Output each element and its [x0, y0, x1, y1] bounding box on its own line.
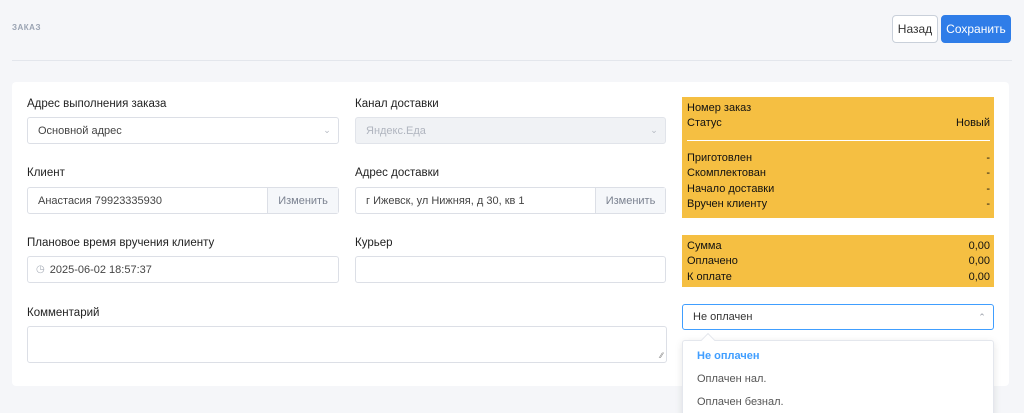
comment-textarea[interactable]: ∕∕ — [27, 326, 667, 363]
planned-time-picker[interactable]: ◷ 2025-06-02 18:57:37 — [27, 256, 339, 283]
payment-option[interactable]: Оплачен нал. — [683, 367, 993, 390]
total-label: К оплате — [687, 270, 732, 283]
chevron-down-icon: ⌄ — [323, 125, 331, 135]
clock-icon: ◷ — [36, 264, 45, 275]
resize-handle-icon[interactable]: ∕∕ — [660, 351, 663, 360]
status-panel: Номер заказ Статус Новый Приготовлен - С… — [682, 97, 994, 218]
payment-status-value: Не оплачен — [693, 311, 753, 323]
order-number-row: Номер заказ — [682, 100, 994, 116]
stage-row: Вручен клиенту - — [682, 197, 994, 213]
total-value: 0,00 — [968, 239, 990, 252]
stage-value: - — [986, 182, 990, 195]
save-button[interactable]: Сохранить — [941, 15, 1011, 43]
stage-label: Приготовлен — [687, 151, 753, 164]
delivery-channel-select: Яндекс.Еда ⌄ — [355, 117, 666, 144]
total-row: Сумма 0,00 — [682, 238, 994, 254]
stage-row: Скомплектован - — [682, 166, 994, 182]
fulfillment-address-label: Адрес выполнения заказа — [27, 98, 167, 110]
chevron-up-icon: ⌃ — [978, 311, 986, 322]
courier-label: Курьер — [355, 237, 393, 249]
stage-label: Начало доставки — [687, 182, 775, 195]
back-button[interactable]: Назад — [892, 15, 938, 43]
client-value[interactable]: Анастасия 79923335930 — [28, 195, 267, 207]
planned-time-label: Плановое время вручения клиенту — [27, 237, 215, 249]
total-row: К оплате 0,00 — [682, 269, 994, 285]
total-label: Сумма — [687, 239, 722, 252]
payment-option[interactable]: Оплачен безнал. — [683, 390, 993, 413]
payment-status-dropdown: Не оплачен Оплачен нал. Оплачен безнал. — [682, 332, 994, 413]
stage-value: - — [986, 198, 990, 211]
client-label: Клиент — [27, 167, 65, 179]
total-value: 0,00 — [968, 270, 990, 283]
delivery-channel-label: Канал доставки — [355, 98, 439, 110]
totals-panel: Сумма 0,00 Оплачено 0,00 К оплате 0,00 — [682, 235, 994, 287]
fulfillment-address-select[interactable]: Основной адрес ⌄ — [27, 117, 339, 144]
status-divider — [687, 140, 990, 141]
planned-time-value: 2025-06-02 18:57:37 — [49, 263, 152, 276]
chevron-down-icon: ⌄ — [650, 125, 658, 135]
status-value: Новый — [956, 117, 990, 130]
stage-label: Вручен клиенту — [687, 198, 768, 211]
delivery-address-field: г Ижевск, ул Нижняя, д 30, кв 1 Изменить — [355, 187, 666, 214]
delivery-address-change-button[interactable]: Изменить — [595, 188, 665, 213]
status-row: Статус Новый — [682, 116, 994, 132]
header-divider — [12, 60, 1012, 61]
stage-value: - — [986, 167, 990, 180]
total-row: Оплачено 0,00 — [682, 254, 994, 270]
stage-value: - — [986, 151, 990, 164]
stage-row: Приготовлен - — [682, 150, 994, 166]
order-number-label: Номер заказ — [687, 101, 752, 114]
total-value: 0,00 — [968, 255, 990, 268]
delivery-address-value[interactable]: г Ижевск, ул Нижняя, д 30, кв 1 — [356, 195, 595, 207]
stage-row: Начало доставки - — [682, 181, 994, 197]
delivery-channel-value: Яндекс.Еда — [366, 124, 426, 137]
status-label: Статус — [687, 117, 722, 130]
delivery-address-label: Адрес доставки — [355, 167, 440, 179]
comment-label: Комментарий — [27, 307, 100, 319]
client-field: Анастасия 79923335930 Изменить — [27, 187, 339, 214]
courier-input[interactable] — [355, 256, 666, 283]
stage-label: Скомплектован — [687, 167, 766, 180]
client-change-button[interactable]: Изменить — [267, 188, 338, 213]
payment-option[interactable]: Не оплачен — [683, 344, 993, 367]
page-title: ЗАКАЗ — [12, 23, 41, 32]
total-label: Оплачено — [687, 255, 738, 268]
fulfillment-address-value: Основной адрес — [38, 124, 122, 137]
payment-status-select[interactable]: Не оплачен ⌃ — [682, 304, 994, 330]
